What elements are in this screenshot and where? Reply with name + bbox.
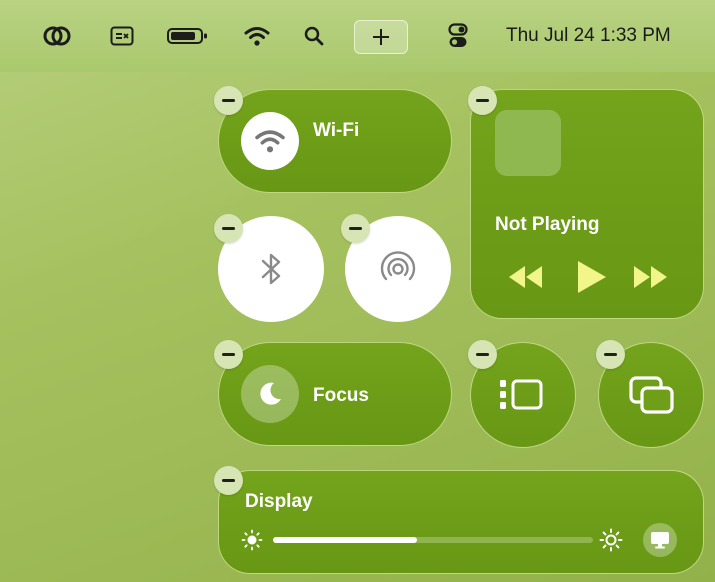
- search-icon[interactable]: [300, 22, 328, 50]
- monitor-icon: [651, 532, 669, 549]
- airdrop-icon: [380, 251, 416, 281]
- now-playing-status: Not Playing: [495, 214, 600, 235]
- previous-track-icon[interactable]: [507, 262, 545, 292]
- keyboard-input-icon[interactable]: [108, 22, 136, 50]
- menu-bar: Thu Jul 24 1:33 PM: [0, 0, 715, 72]
- remove-wifi-button[interactable]: [214, 86, 243, 115]
- moon-icon: [260, 382, 281, 405]
- wifi-tile[interactable]: Wi-Fi: [218, 89, 452, 193]
- wifi-label: Wi-Fi: [313, 120, 360, 141]
- remove-airdrop-button[interactable]: [341, 214, 370, 243]
- bluetooth-icon: [261, 253, 281, 285]
- remove-stage-manager-button[interactable]: [468, 340, 497, 369]
- play-icon[interactable]: [573, 258, 609, 296]
- remove-focus-button[interactable]: [214, 340, 243, 369]
- next-track-icon[interactable]: [631, 262, 669, 292]
- focus-label: Focus: [313, 385, 369, 406]
- brightness-high-icon: [599, 528, 623, 552]
- brightness-slider-fill: [273, 537, 417, 543]
- display-settings-button[interactable]: [643, 523, 677, 557]
- brightness-slider[interactable]: [273, 537, 593, 543]
- wifi-icon[interactable]: [240, 22, 274, 50]
- remove-display-button[interactable]: [214, 466, 243, 495]
- display-label: Display: [245, 491, 313, 512]
- battery-icon[interactable]: [164, 22, 212, 50]
- stage-manager-icon: [500, 379, 543, 410]
- creative-cloud-icon[interactable]: [40, 22, 74, 50]
- wifi-toggle[interactable]: [241, 112, 299, 170]
- screen-mirroring-icon: [629, 376, 674, 414]
- now-playing-tile[interactable]: Not Playing: [470, 89, 704, 319]
- focus-toggle[interactable]: [241, 365, 299, 423]
- remove-now-playing-button[interactable]: [468, 86, 497, 115]
- remove-bluetooth-button[interactable]: [214, 214, 243, 243]
- menubar-clock[interactable]: Thu Jul 24 1:33 PM: [506, 22, 671, 50]
- display-tile[interactable]: Display: [218, 470, 704, 574]
- remove-screen-mirroring-button[interactable]: [596, 340, 625, 369]
- control-center-icon[interactable]: [444, 22, 472, 50]
- focus-tile[interactable]: Focus: [218, 342, 452, 446]
- wifi-tile-icon: [255, 130, 285, 153]
- brightness-low-icon: [241, 529, 263, 551]
- add-icon[interactable]: [354, 20, 408, 54]
- album-art-placeholder: [495, 110, 561, 176]
